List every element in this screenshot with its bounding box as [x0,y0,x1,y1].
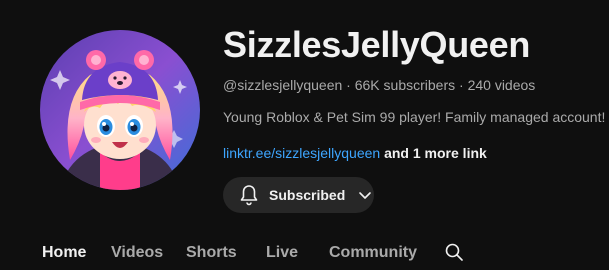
tab-videos[interactable]: Videos [111,244,163,262]
meta-separator: · [455,77,468,93]
channel-name: SizzlesJellyQueen [223,24,531,65]
channel-link[interactable]: linktr.ee/sizzlesjellyqueen [223,145,380,161]
subscribed-label: Subscribed [269,187,346,203]
video-count: 240 videos [467,77,536,93]
channel-links: linktr.ee/sizzlesjellyqueen and 1 more l… [223,145,487,161]
more-links-button[interactable]: and 1 more link [384,145,487,161]
channel-description[interactable]: Young Roblox & Pet Sim 99 player! Family… [223,109,605,125]
subscribed-button[interactable]: Subscribed [223,177,374,213]
channel-handle: @sizzlesjellyqueen [223,77,343,93]
tab-home[interactable]: Home [42,244,86,262]
bell-icon [240,185,258,206]
subscriber-count: 66K subscribers [354,77,456,93]
search-icon[interactable] [444,242,464,262]
chevron-down-icon [359,192,372,199]
channel-avatar[interactable] [40,30,200,190]
channel-tabs: Home Videos Shorts Live Community [0,240,609,270]
tab-community[interactable]: Community [329,244,417,262]
avatar-illustration [40,30,200,190]
tab-live[interactable]: Live [266,244,298,262]
tab-shorts[interactable]: Shorts [186,244,237,262]
meta-separator: · [342,77,355,93]
channel-meta: @sizzlesjellyqueen · 66K subscribers · 2… [223,77,535,93]
